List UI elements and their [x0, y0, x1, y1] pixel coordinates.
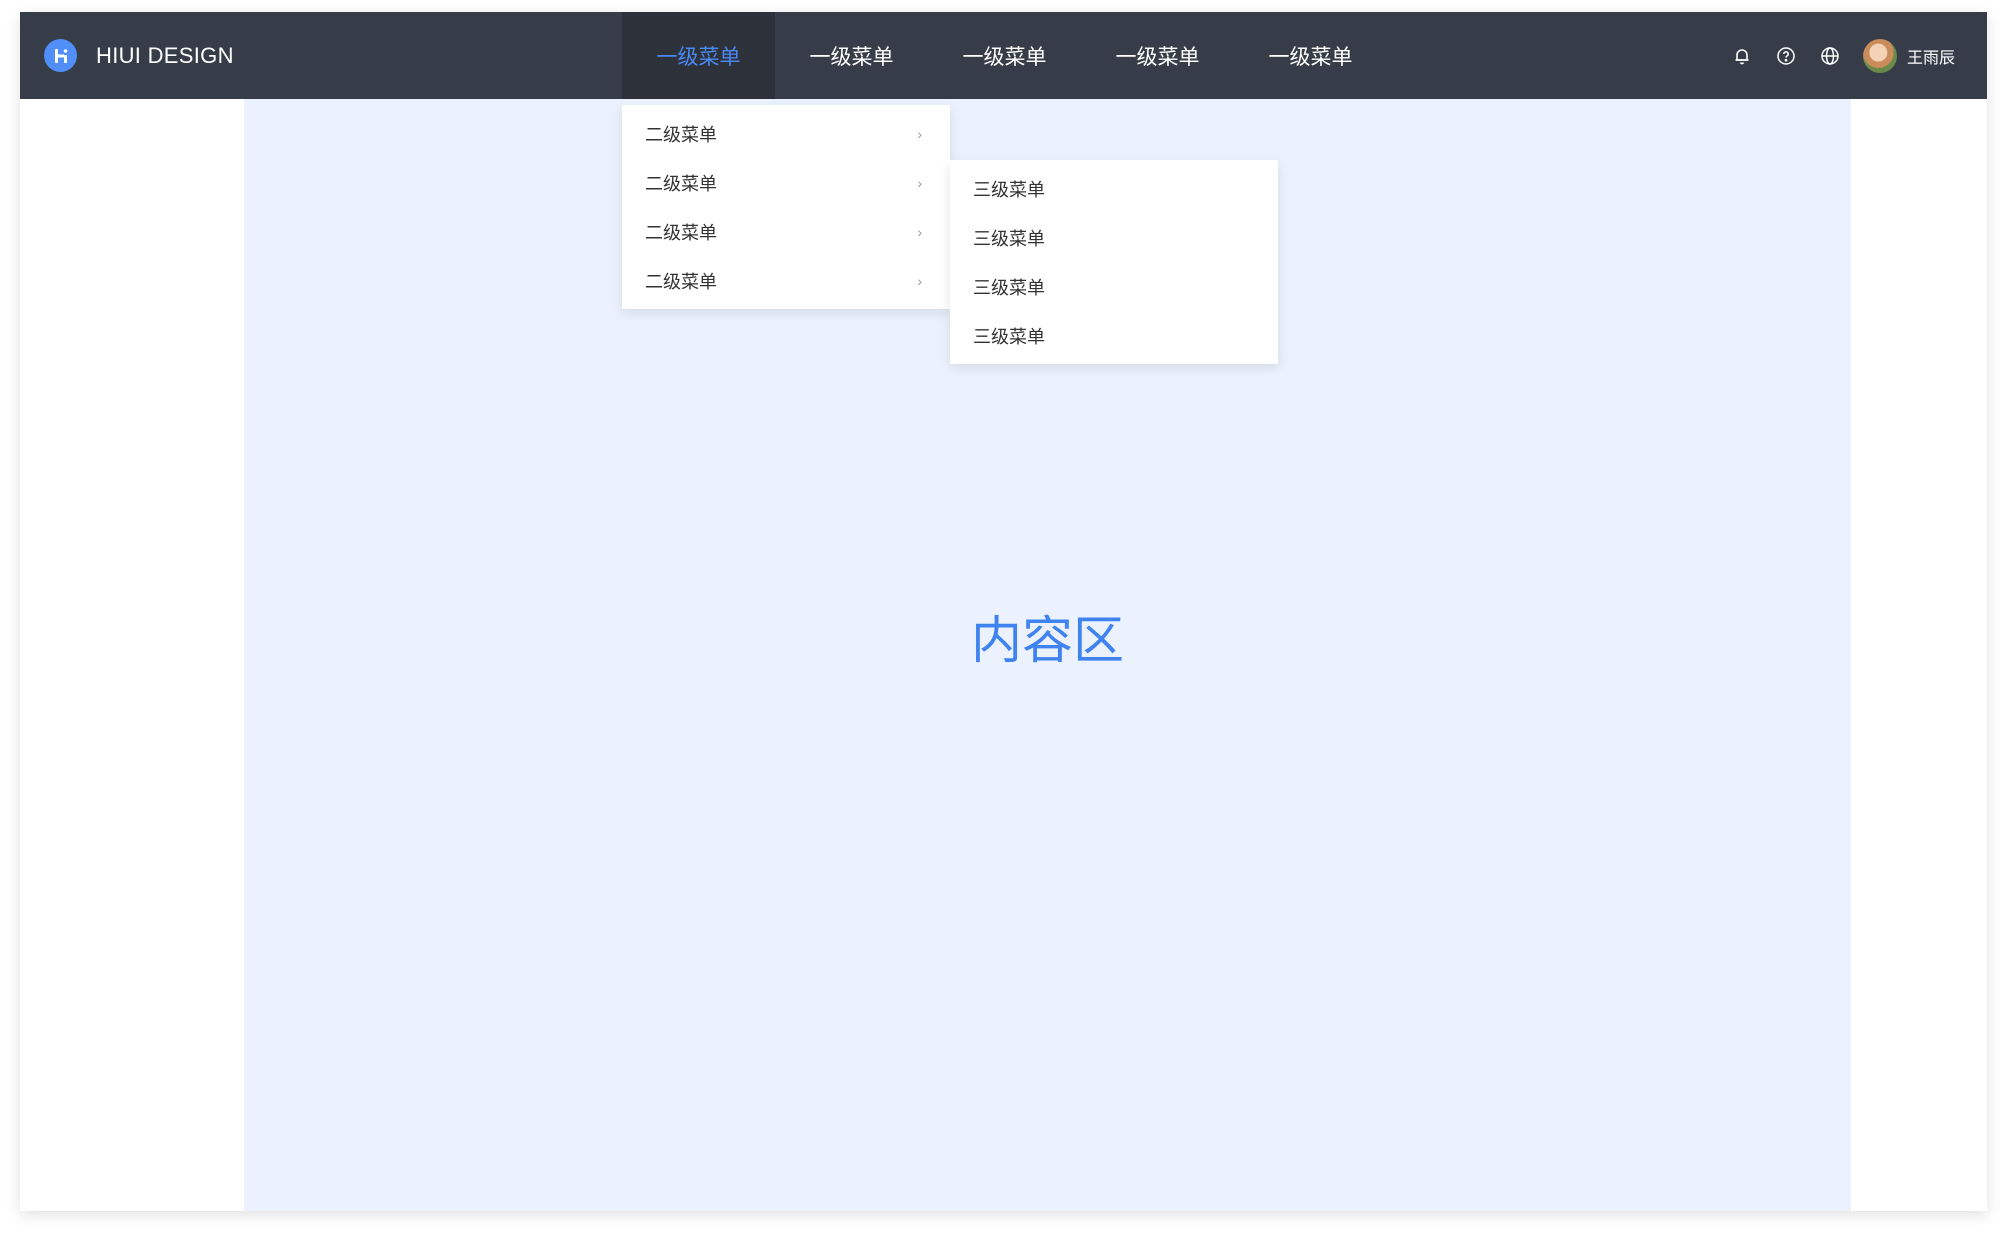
- top-navigation-bar: HIUI DESIGN 一级菜单 一级菜单 一级菜单 一级菜单 一级菜单 王雨辰: [20, 12, 1987, 99]
- brand-name: HIUI DESIGN: [96, 42, 234, 68]
- nav-item-label: 一级菜单: [1115, 45, 1200, 69]
- submenu-item[interactable]: 三级菜单: [950, 311, 1278, 360]
- nav-item-4[interactable]: 一级菜单: [1081, 12, 1234, 99]
- header-tools: 王雨辰: [1709, 12, 1955, 99]
- submenu-item[interactable]: 二级菜单 ›: [622, 207, 950, 256]
- nav-item-label: 一级菜单: [962, 45, 1047, 69]
- nav-item-2[interactable]: 一级菜单: [775, 12, 928, 99]
- brand-logo[interactable]: HIUI DESIGN: [44, 39, 234, 72]
- nav-item-label: 一级菜单: [1268, 45, 1353, 69]
- avatar[interactable]: [1862, 38, 1897, 73]
- nav-item-3[interactable]: 一级菜单: [928, 12, 1081, 99]
- submenu-item-label: 三级菜单: [973, 228, 1045, 249]
- hiui-logo-icon: [44, 39, 77, 72]
- user-name[interactable]: 王雨辰: [1907, 44, 1955, 68]
- submenu-level-3: 三级菜单 三级菜单 三级菜单 三级菜单: [950, 160, 1278, 364]
- submenu-item-label: 三级菜单: [973, 326, 1045, 347]
- nav-item-label: 一级菜单: [809, 45, 894, 69]
- app-window: HIUI DESIGN 一级菜单 一级菜单 一级菜单 一级菜单 一级菜单 王雨辰…: [20, 12, 1987, 1211]
- submenu-item[interactable]: 二级菜单 ›: [622, 109, 950, 158]
- submenu-item-label: 三级菜单: [973, 277, 1045, 298]
- submenu-item[interactable]: 三级菜单: [950, 164, 1278, 213]
- globe-icon[interactable]: [1819, 45, 1841, 67]
- nav-item-1[interactable]: 一级菜单: [622, 12, 775, 99]
- chevron-right-icon: ›: [917, 223, 922, 240]
- submenu-item-label: 二级菜单: [645, 222, 717, 243]
- submenu-item-label: 三级菜单: [973, 179, 1045, 200]
- submenu-item-label: 二级菜单: [645, 124, 717, 145]
- primary-nav: 一级菜单 一级菜单 一级菜单 一级菜单 一级菜单: [622, 12, 1387, 99]
- submenu-item[interactable]: 二级菜单 ›: [622, 256, 950, 305]
- chevron-right-icon: ›: [917, 272, 922, 289]
- chevron-right-icon: ›: [917, 125, 922, 142]
- submenu-level-2: 二级菜单 › 二级菜单 › 二级菜单 › 二级菜单 ›: [622, 105, 950, 309]
- nav-item-label: 一级菜单: [656, 45, 741, 69]
- chevron-right-icon: ›: [917, 174, 922, 191]
- bell-icon[interactable]: [1731, 45, 1753, 67]
- help-icon[interactable]: [1775, 45, 1797, 67]
- submenu-item-label: 二级菜单: [645, 271, 717, 292]
- content-label: 内容区: [970, 611, 1124, 669]
- submenu-item[interactable]: 三级菜单: [950, 262, 1278, 311]
- submenu-item[interactable]: 二级菜单 ›: [622, 158, 950, 207]
- submenu-item[interactable]: 三级菜单: [950, 213, 1278, 262]
- nav-item-5[interactable]: 一级菜单: [1234, 12, 1387, 99]
- submenu-item-label: 二级菜单: [645, 173, 717, 194]
